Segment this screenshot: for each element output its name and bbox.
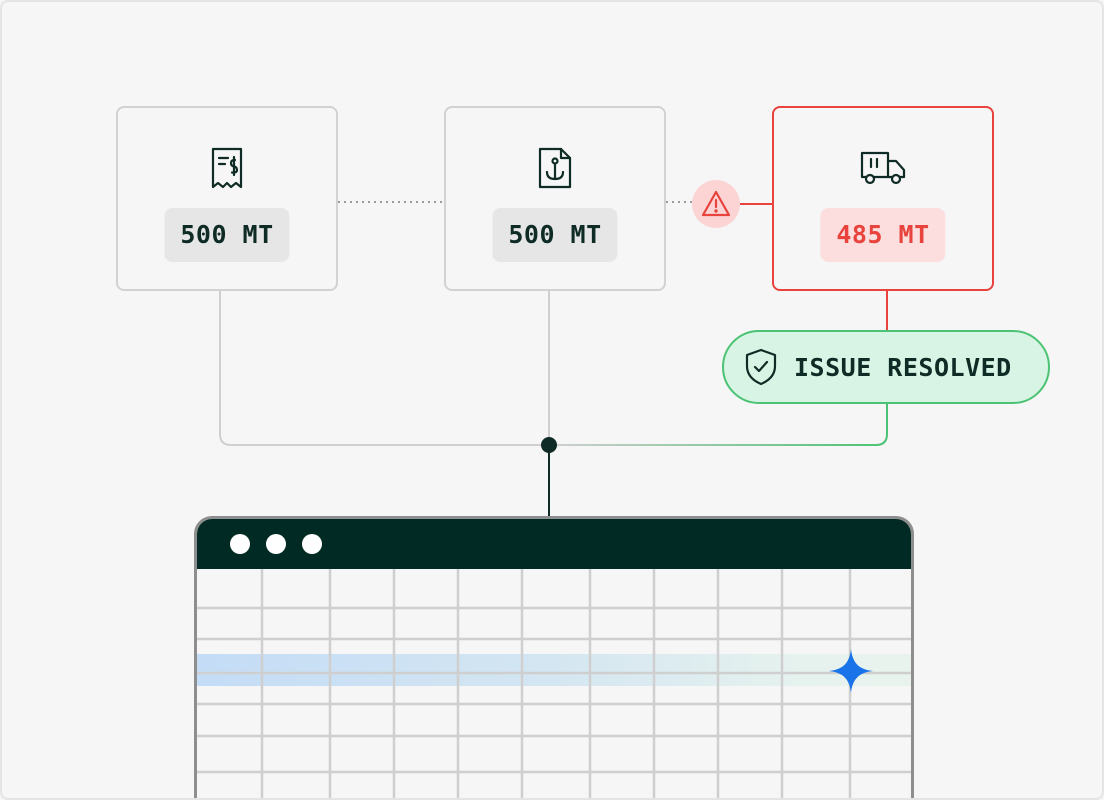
delivery-truck-icon: [859, 144, 907, 192]
warning-triangle-icon: [692, 180, 740, 228]
diagram-canvas: 500 MT 500 MT 485 MT ISSUE RESOLVED: [0, 0, 1104, 800]
window-control-dot[interactable]: [230, 534, 250, 554]
bill-of-lading-quantity: 500 MT: [492, 208, 618, 262]
invoice-dollar-icon: [203, 144, 251, 192]
window-control-dot[interactable]: [266, 534, 286, 554]
spreadsheet-window: [194, 516, 914, 798]
window-titlebar: [197, 519, 911, 569]
shield-check-icon: [742, 348, 780, 386]
invoice-card: 500 MT: [116, 106, 338, 291]
issue-resolved-badge: ISSUE RESOLVED: [722, 330, 1050, 404]
delivery-card: 485 MT: [772, 106, 994, 291]
invoice-quantity: 500 MT: [164, 208, 290, 262]
sparkle-icon[interactable]: [827, 647, 875, 695]
link-card1-hub: [219, 290, 549, 446]
delivery-quantity: 485 MT: [820, 208, 946, 262]
bill-of-lading-card: 500 MT: [444, 106, 666, 291]
window-control-dot[interactable]: [302, 534, 322, 554]
anchor-document-icon: [531, 144, 579, 192]
spreadsheet-grid: [197, 569, 911, 798]
issue-resolved-label: ISSUE RESOLVED: [794, 352, 1012, 382]
connection-hub-dot: [541, 437, 557, 453]
link-pill-hub: [549, 404, 888, 446]
